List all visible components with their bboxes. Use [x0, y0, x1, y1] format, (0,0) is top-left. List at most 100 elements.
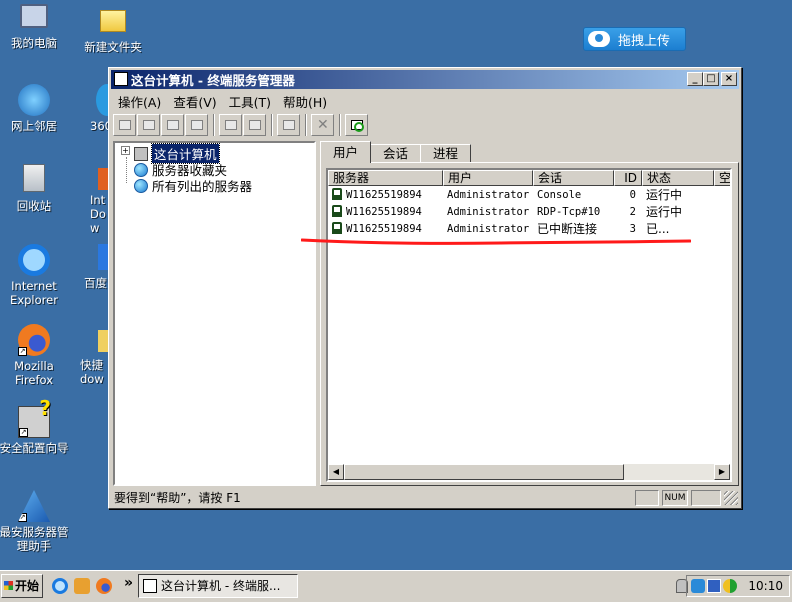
toolbar-separator [339, 114, 341, 136]
desktop-icon-security-wizard[interactable]: ? ↗ 安全配置向导 [0, 398, 72, 455]
tree-node-all-listed-servers[interactable]: 所有列出的服务器 [134, 176, 252, 195]
drag-upload-label: 拖拽上传 [618, 33, 671, 49]
column-header-state[interactable]: 状态 [642, 170, 714, 186]
desktop-icon-shortcut[interactable]: 快捷 dow [80, 330, 110, 386]
app-icon [114, 72, 128, 86]
minimize-button[interactable]: _ [687, 72, 703, 86]
toolbar-separator [213, 114, 215, 136]
title-bar[interactable]: 这台计算机 - 终端服务管理器 _ □ × [111, 70, 739, 89]
desktop-icon-recycle-bin[interactable]: 回收站 [0, 164, 72, 213]
users-list: 服务器 用户 会话 ID 状态 空 W11625519894 Administr… [326, 168, 732, 482]
end-process-icon: ✕ [317, 117, 329, 133]
terminal-services-manager-window[interactable]: 这台计算机 - 终端服务管理器 _ □ × 操作(A) 查看(V) 工具(T) … [108, 67, 742, 509]
quicklaunch-chevron[interactable]: » [124, 575, 133, 591]
column-header-session[interactable]: 会话 [533, 170, 614, 186]
menu-view[interactable]: 查看(V) [168, 91, 221, 110]
cell-session: Console [537, 189, 582, 201]
tab-strip: 用户 会话 进程 [320, 141, 472, 163]
clock[interactable]: 10:10 [748, 579, 783, 593]
tab-processes[interactable]: 进程 [420, 144, 472, 163]
cell-state: 运行中 [646, 188, 683, 202]
security-tray-icon[interactable] [723, 579, 737, 593]
cell-session: RDP-Tcp#10 [537, 206, 601, 218]
computer-icon [134, 146, 148, 161]
users-tab-panel: 服务器 用户 会话 ID 状态 空 W11625519894 Administr… [320, 162, 739, 486]
column-header-server[interactable]: 服务器 [328, 170, 443, 186]
cell-state: 已... [646, 222, 670, 236]
remote-control-icon [191, 120, 203, 130]
cell-state: 运行中 [646, 205, 683, 219]
logoff-icon [283, 120, 295, 130]
send-message-button[interactable] [161, 114, 184, 136]
status-panel-empty [635, 489, 659, 506]
tree-line [126, 157, 127, 183]
cell-id: 0 [629, 189, 636, 201]
menu-help[interactable]: 帮助(H) [278, 91, 332, 110]
cloud-tray-icon[interactable] [691, 579, 705, 593]
desktop-icon-firefox[interactable]: ↗ Mozilla Firefox [0, 324, 72, 387]
disconnect-button[interactable] [137, 114, 160, 136]
tab-sessions[interactable]: 会话 [370, 144, 422, 163]
server-tree: + 这台计算机 服务器收藏夹 所有列出的服务器 [113, 141, 316, 486]
shortcut-arrow-icon: ↗ [19, 428, 28, 437]
network-tray-icon[interactable] [707, 579, 721, 593]
toolbar-separator [305, 114, 307, 136]
firefox-icon: ↗ [18, 324, 50, 356]
ie-quicklaunch-icon[interactable] [52, 578, 68, 594]
desktop-icon-new-folder[interactable]: 新建文件夹 [75, 4, 151, 54]
horizontal-scrollbar[interactable]: ◀ ▶ [328, 464, 730, 480]
desktop-icon-internet-explorer[interactable]: Internet Explorer [0, 244, 72, 307]
desktop-icon-network-places[interactable]: 网上邻居 [0, 84, 72, 133]
resize-grip-icon[interactable] [724, 490, 738, 505]
message-icon [167, 120, 179, 130]
firefox-quicklaunch-icon[interactable] [96, 578, 112, 594]
end-process-button[interactable]: ✕ [311, 114, 334, 136]
maximize-button[interactable]: □ [703, 72, 719, 86]
menu-tools[interactable]: 工具(T) [224, 91, 276, 110]
scroll-right-button[interactable]: ▶ [714, 464, 730, 480]
start-button[interactable]: 开始 [1, 574, 43, 598]
terminal-services-icon [143, 579, 157, 593]
expand-toggle-icon[interactable]: + [121, 146, 130, 155]
cell-user: Administrator [447, 189, 530, 201]
table-row[interactable]: W11625519894 Administrator RDP-Tcp#10 2 … [328, 204, 730, 221]
reset-button[interactable] [219, 114, 242, 136]
column-header-id[interactable]: ID [614, 170, 642, 186]
tab-users[interactable]: 用户 [320, 141, 372, 163]
logoff-button[interactable] [277, 114, 300, 136]
connect-button[interactable] [113, 114, 136, 136]
connect-icon [119, 120, 131, 130]
globe-icon [134, 178, 148, 193]
taskbar-window-button[interactable]: 这台计算机 - 终端服... [138, 574, 298, 598]
question-mark-icon: ? [39, 396, 51, 420]
user-session-icon [332, 205, 342, 217]
recycle-bin-icon [23, 164, 45, 192]
my-computer-icon [20, 4, 48, 28]
user-session-icon [332, 222, 342, 234]
remote-control-button[interactable] [185, 114, 208, 136]
refresh-button[interactable] [345, 114, 368, 136]
table-row[interactable]: W11625519894 Administrator 已中断连接 3 已... [328, 221, 730, 238]
cell-id: 3 [629, 223, 636, 235]
scroll-thumb[interactable] [344, 464, 624, 480]
cell-user: Administrator [447, 206, 530, 218]
column-header-idle[interactable]: 空 [714, 170, 730, 186]
refresh-icon [351, 120, 364, 132]
desktop-icon-my-computer[interactable]: 我的电脑 [0, 4, 72, 50]
table-row[interactable]: W11625519894 Administrator Console 0 运行中 [328, 187, 730, 204]
list-header: 服务器 用户 会话 ID 状态 空 [328, 170, 730, 186]
drag-upload-button[interactable]: 拖拽上传 [583, 27, 686, 51]
server-assistant-icon: ↗ [18, 490, 50, 522]
shortcut-arrow-icon: ↗ [18, 347, 27, 356]
desktop-icon-server-assistant[interactable]: ↗ 最安服务器管理助手 [0, 490, 72, 553]
menu-action[interactable]: 操作(A) [113, 91, 166, 110]
security-wizard-icon: ? ↗ [18, 398, 51, 438]
detail-pane: 用户 会话 进程 服务器 用户 会话 ID 状态 空 W11625519894 … [320, 141, 739, 486]
status-button[interactable] [243, 114, 266, 136]
num-lock-indicator: NUM [662, 489, 688, 506]
close-button[interactable]: × [721, 72, 737, 86]
explorer-quicklaunch-icon[interactable] [74, 578, 90, 594]
column-header-user[interactable]: 用户 [443, 170, 533, 186]
scroll-left-button[interactable]: ◀ [328, 464, 344, 480]
status-icon [249, 120, 261, 130]
